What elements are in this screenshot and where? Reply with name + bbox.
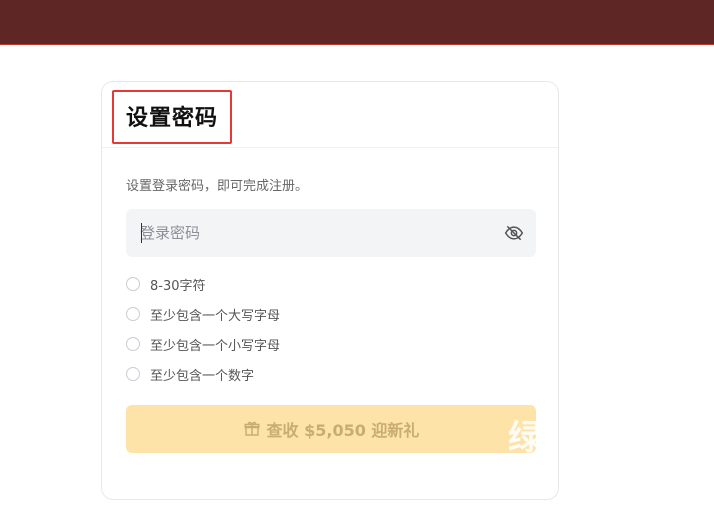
rule-label: 至少包含一个小写字母 — [150, 338, 281, 354]
watermark-text: 绿 — [508, 418, 542, 458]
rule-uppercase: 至少包含一个大写字母 — [126, 305, 281, 324]
rule-label: 8-30字符 — [150, 278, 206, 294]
rule-length: 8-30字符 — [126, 275, 206, 294]
card-header: 设置密码 — [102, 82, 558, 148]
eye-off-icon[interactable] — [504, 223, 524, 243]
rule-label: 至少包含一个大写字母 — [150, 308, 281, 324]
page-title: 设置密码 — [126, 106, 219, 131]
rule-digit: 至少包含一个数字 — [126, 365, 255, 384]
password-field[interactable] — [126, 209, 536, 257]
rule-lowercase: 至少包含一个小写字母 — [126, 335, 281, 354]
rule-check-circle — [126, 307, 140, 321]
register-card: 设置密码 设置登录密码，即可完成注册。 8-30字符 至少包含一个大写字母 至少… — [101, 81, 559, 500]
password-input[interactable] — [140, 209, 490, 257]
rule-check-circle — [126, 367, 140, 381]
rule-check-circle — [126, 337, 140, 351]
gift-icon — [244, 421, 260, 436]
rule-label: 至少包含一个数字 — [150, 368, 255, 384]
claim-gift-button[interactable]: 查收 $5,050 迎新礼 — [126, 405, 536, 453]
top-header-bar — [0, 0, 714, 45]
instruction-text: 设置登录密码，即可完成注册。 — [126, 179, 309, 194]
rule-check-circle — [126, 277, 140, 291]
text-cursor — [141, 223, 142, 243]
claim-gift-label: 查收 $5,050 迎新礼 — [266, 421, 420, 440]
